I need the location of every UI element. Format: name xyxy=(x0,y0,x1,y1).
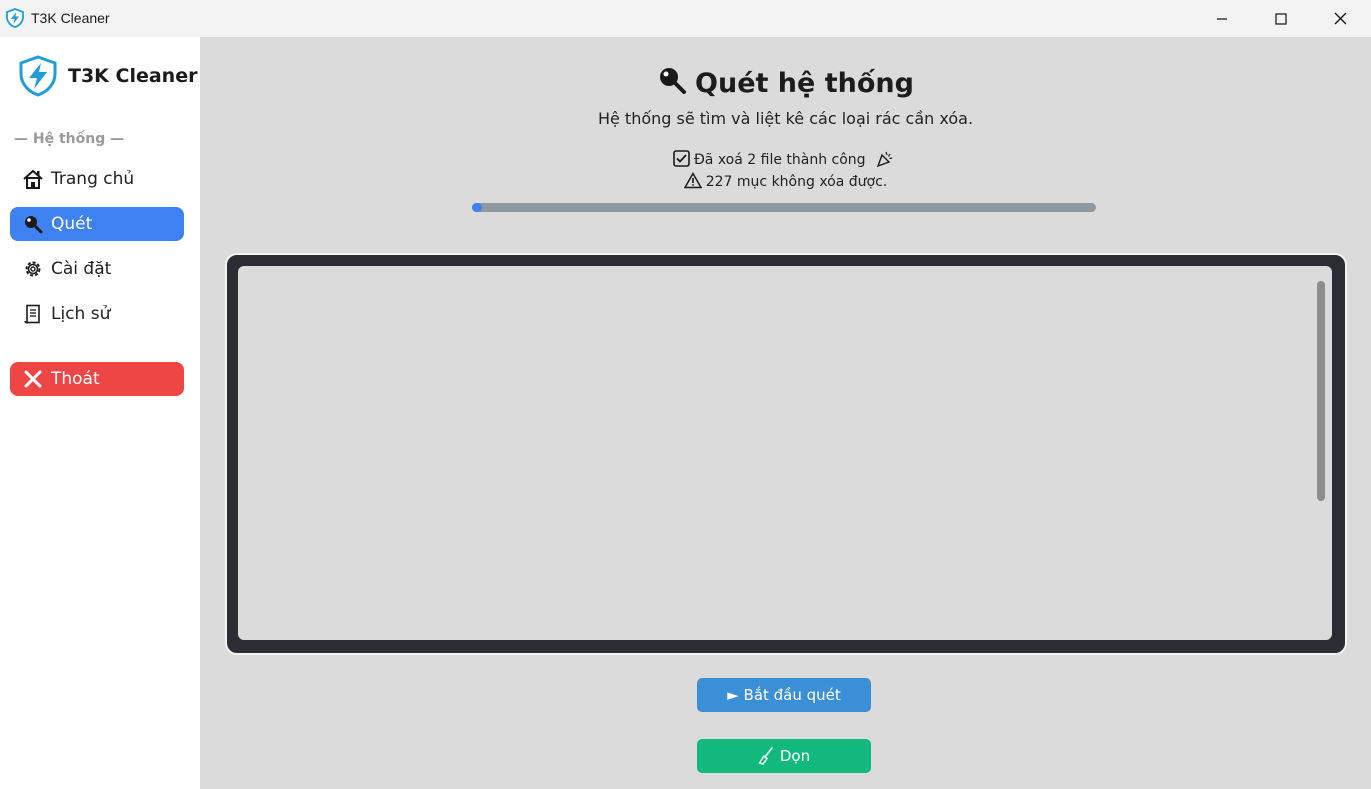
close-button[interactable] xyxy=(1311,0,1369,37)
sidebar-item-label: Lịch sử xyxy=(51,304,111,324)
main-panel: Quét hệ thống Hệ thống sẽ tìm và liệt kê… xyxy=(200,37,1371,789)
sidebar-item-home[interactable]: Trang chủ xyxy=(10,162,184,196)
status-warning-text: 227 mục không xóa được. xyxy=(705,174,888,190)
results-frame xyxy=(225,253,1347,655)
status-success-text: Đã xoá 2 file thành công xyxy=(693,152,866,168)
window-title: T3K Cleaner xyxy=(31,10,110,26)
magnifier-icon xyxy=(660,68,687,94)
house-icon xyxy=(22,168,44,190)
sidebar: T3K Cleaner — Hệ thống — Trang chủ Quét xyxy=(0,37,200,789)
maximize-icon xyxy=(1275,12,1287,25)
title-bar: T3K Cleaner xyxy=(0,0,1371,37)
results-list[interactable] xyxy=(238,266,1332,640)
exit-label: Thoát xyxy=(51,369,100,389)
sidebar-item-label: Quét xyxy=(51,214,93,234)
checkbox-check-icon xyxy=(673,150,690,167)
brand-shield-icon xyxy=(16,54,60,102)
scan-progress-bar xyxy=(472,203,1096,212)
results-scrollbar[interactable] xyxy=(1317,281,1325,501)
magnifier-icon xyxy=(22,213,44,235)
minimize-button[interactable] xyxy=(1193,0,1251,37)
party-popper-icon xyxy=(876,151,893,168)
sidebar-item-history[interactable]: Lịch sử xyxy=(10,297,184,331)
page-subtitle: Hệ thống sẽ tìm và liệt kê các loại rác … xyxy=(597,109,974,128)
scan-progress-fill xyxy=(472,203,482,212)
sidebar-item-label: Trang chủ xyxy=(51,169,135,189)
start-scan-label: ► Bắt đầu quét xyxy=(727,686,841,704)
page-title: Quét hệ thống xyxy=(695,68,914,99)
gear-icon xyxy=(22,258,44,280)
exit-button[interactable]: Thoát xyxy=(10,362,184,396)
sidebar-item-scan[interactable]: Quét xyxy=(10,207,184,241)
sidebar-item-label: Cài đặt xyxy=(51,259,112,279)
warning-icon xyxy=(683,171,703,189)
clean-button[interactable]: Dọn xyxy=(697,739,871,773)
app-shield-icon xyxy=(5,8,25,32)
scroll-icon xyxy=(22,303,44,325)
start-scan-button[interactable]: ► Bắt đầu quét xyxy=(697,678,871,712)
brand-name: T3K Cleaner xyxy=(68,65,198,87)
close-x-icon xyxy=(22,368,44,390)
close-icon xyxy=(1334,12,1346,25)
section-label: — Hệ thống — xyxy=(14,131,125,147)
status-warning-row: 227 mục không xóa được. xyxy=(200,171,1371,190)
maximize-button[interactable] xyxy=(1252,0,1310,37)
broom-icon xyxy=(758,747,773,765)
sidebar-item-settings[interactable]: Cài đặt xyxy=(10,252,184,286)
minimize-icon xyxy=(1217,17,1227,20)
clean-label: Dọn xyxy=(779,747,811,765)
page-title-row: Quét hệ thống xyxy=(200,65,1371,99)
status-success-row: Đã xoá 2 file thành công xyxy=(200,150,1371,168)
